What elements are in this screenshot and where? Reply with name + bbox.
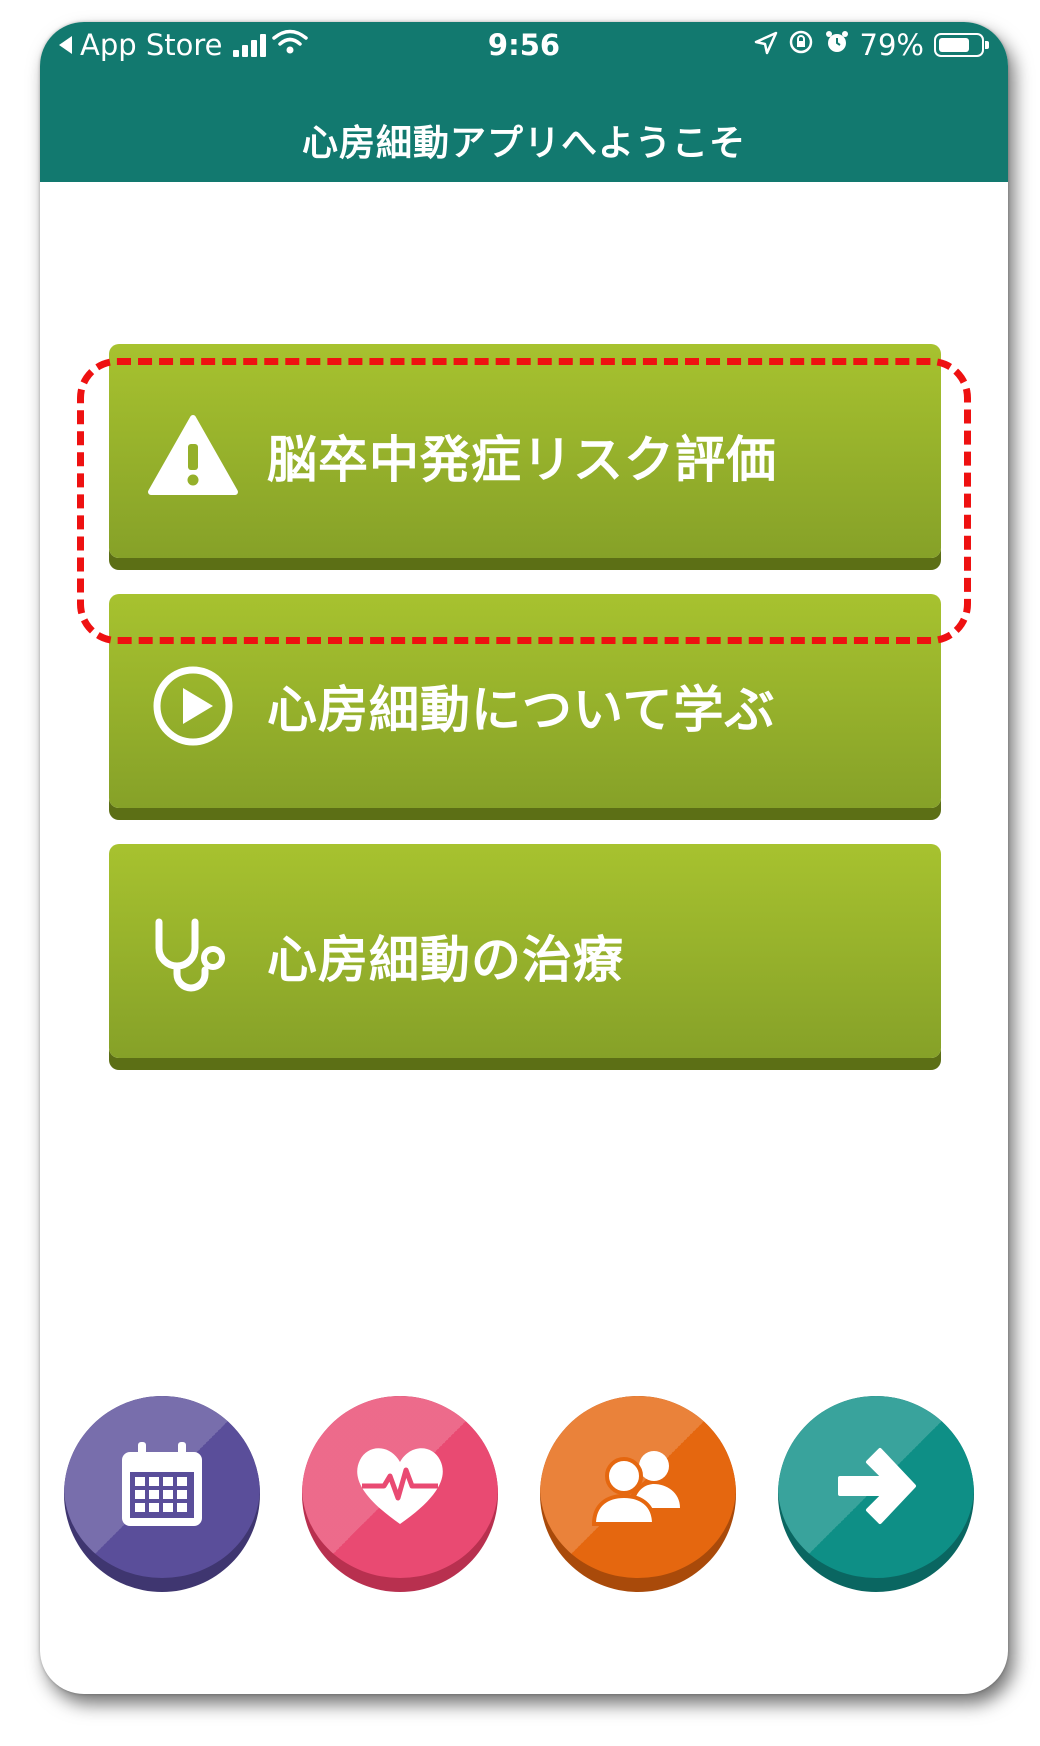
- battery-percent: 79%: [859, 28, 924, 62]
- page-title: 心房細動アプリへようこそ: [301, 123, 746, 164]
- status-bar: App Store 9:56 79%: [40, 22, 1008, 70]
- calendar-button[interactable]: [64, 1396, 260, 1592]
- learn-about-af-button[interactable]: 心房細動について学ぶ: [109, 594, 941, 808]
- warning-icon: [145, 408, 241, 504]
- menu-label: 心房細動について学ぶ: [267, 681, 776, 739]
- phone-frame: App Store 9:56 79% 心房細動アプリへようこそ 脳卒中発症リスク…: [40, 22, 1008, 1694]
- af-treatment-button[interactable]: 心房細動の治療: [109, 844, 941, 1058]
- heart-rate-button[interactable]: [302, 1396, 498, 1592]
- arrow-right-icon: [838, 1448, 916, 1524]
- play-icon: [145, 658, 241, 754]
- people-button[interactable]: [540, 1396, 736, 1592]
- location-icon: [754, 28, 778, 62]
- menu-label: 脳卒中発症リスク評価: [267, 431, 777, 489]
- stethoscope-icon: [145, 908, 241, 1004]
- next-button[interactable]: [778, 1396, 974, 1592]
- people-icon: [591, 1451, 680, 1526]
- calendar-icon: [122, 1442, 202, 1526]
- app-header: App Store 9:56 79% 心房細動アプリへようこそ: [40, 22, 1008, 182]
- battery-icon: [934, 33, 989, 57]
- menu-label: 心房細動の治療: [267, 931, 624, 989]
- alarm-icon: [824, 28, 850, 62]
- rotation-lock-icon: [788, 28, 814, 62]
- stroke-risk-assessment-button[interactable]: 脳卒中発症リスク評価: [109, 344, 941, 558]
- heart-pulse-icon: [357, 1448, 443, 1524]
